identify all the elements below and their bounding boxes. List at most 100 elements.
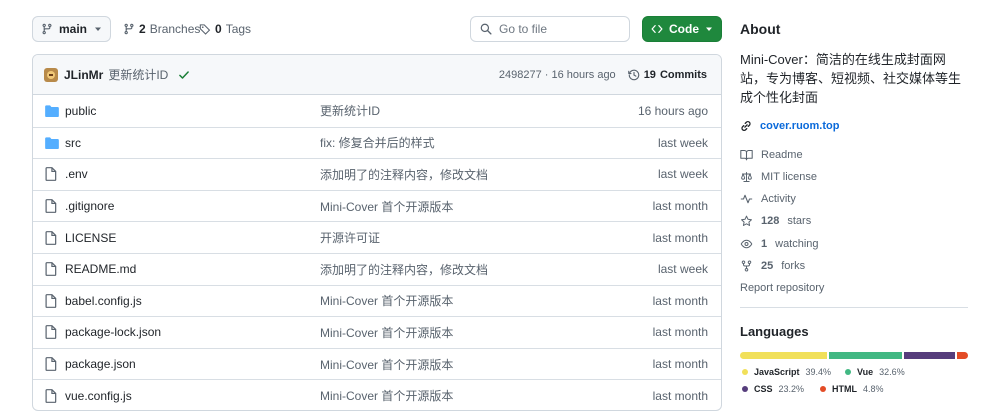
file-name[interactable]: vue.config.js	[65, 389, 132, 403]
file-commit-message[interactable]: Mini-Cover 首个开源版本	[320, 324, 453, 341]
star-icon	[740, 215, 753, 227]
file-commit-message[interactable]: Mini-Cover 首个开源版本	[320, 198, 453, 215]
file-icon	[45, 293, 57, 308]
file-name[interactable]: src	[65, 136, 81, 150]
file-row[interactable]: package-lock.json Mini-Cover 首个开源版本 last…	[33, 316, 721, 348]
git-branch-icon	[41, 23, 53, 35]
file-commit-message[interactable]: Mini-Cover 首个开源版本	[320, 387, 453, 404]
language-item-javascript[interactable]: JavaScript 39.4%	[742, 365, 831, 379]
watching-label: watching	[775, 238, 819, 250]
file-name[interactable]: package.json	[65, 357, 136, 371]
watching-link[interactable]: 1 watching	[740, 235, 819, 253]
branches-label: Branches	[149, 22, 201, 36]
branch-select-button[interactable]: main	[32, 16, 111, 42]
language-bar-segment[interactable]	[740, 352, 828, 359]
file-icon	[45, 357, 57, 371]
repo-toolbar: main 2 Branches 0 Tags Code	[32, 16, 722, 42]
language-bar-segment[interactable]	[829, 352, 902, 359]
file-row[interactable]: package.json Mini-Cover 首个开源版本 last mont…	[33, 347, 721, 380]
language-item-css[interactable]: CSS 23.2%	[742, 382, 804, 396]
commit-meta: 2498277 · 16 hours ago 19 Commits	[499, 55, 707, 95]
language-name: JavaScript	[754, 367, 800, 377]
file-commit-message[interactable]: fix: 修复合并后的样式	[320, 134, 435, 151]
tags-link[interactable]: 0 Tags	[199, 16, 251, 42]
commit-hash-time[interactable]: 2498277 · 16 hours ago	[499, 69, 616, 81]
file-name[interactable]: LICENSE	[65, 231, 116, 245]
eye-icon	[740, 238, 753, 250]
license-link[interactable]: MIT license	[740, 168, 817, 186]
chevron-down-icon	[94, 25, 102, 33]
commit-message[interactable]: 更新统计ID	[108, 66, 168, 83]
language-name: HTML	[832, 384, 857, 394]
branches-link[interactable]: 2 Branches	[123, 16, 200, 42]
avatar[interactable]	[44, 67, 58, 82]
file-row[interactable]: src fix: 修复合并后的样式 last week	[33, 126, 721, 159]
check-icon[interactable]	[178, 69, 190, 81]
code-button-label: Code	[669, 22, 699, 36]
about-sidebar: About Mini-Cover：简洁的在线生成封面网站，专为博客、短视频、社交…	[740, 0, 970, 419]
stars-link[interactable]: 128 stars	[740, 212, 811, 230]
file-row[interactable]: LICENSE 开源许可证 last month	[33, 221, 721, 253]
git-branch-icon	[123, 23, 135, 35]
chevron-down-icon	[705, 25, 713, 33]
go-to-file-search[interactable]	[470, 16, 630, 42]
license-label: MIT license	[761, 171, 818, 183]
activity-link[interactable]: Activity	[740, 190, 796, 208]
go-to-file-input[interactable]	[499, 22, 619, 36]
website-link[interactable]: cover.ruom.top	[740, 117, 839, 135]
file-commit-message[interactable]: 开源许可证	[320, 229, 380, 246]
file-name[interactable]: package-lock.json	[65, 325, 161, 339]
watching-count: 1	[761, 238, 768, 250]
file-commit-date: 16 hours ago	[637, 103, 708, 118]
file-row[interactable]: public 更新统计ID 16 hours ago	[33, 95, 721, 127]
language-bar-segment[interactable]	[957, 352, 968, 359]
search-icon	[480, 23, 492, 35]
file-name[interactable]: .gitignore	[65, 199, 114, 213]
link-icon	[740, 120, 752, 132]
commits-label: Commits	[659, 69, 707, 81]
file-browser: JLinMr 更新统计ID 2498277 · 16 hours ago 19 …	[32, 54, 722, 411]
file-commit-message[interactable]: Mini-Cover 首个开源版本	[320, 356, 453, 373]
file-row[interactable]: .env 添加明了的注释内容，修改文档 last week	[33, 158, 721, 190]
forks-link[interactable]: 25 forks	[740, 257, 805, 275]
file-name[interactable]: public	[65, 104, 96, 118]
file-commit-message[interactable]: Mini-Cover 首个开源版本	[320, 292, 453, 309]
file-commit-date: last month	[652, 325, 708, 340]
file-list: public 更新统计ID 16 hours ago src fix: 修复合并…	[33, 95, 721, 410]
report-repository-link[interactable]: Report repository	[740, 282, 824, 294]
commits-link[interactable]: 19 Commits	[627, 69, 707, 81]
file-row[interactable]: README.md 添加明了的注释内容，修改文档 last week	[33, 252, 721, 285]
file-row[interactable]: vue.config.js Mini-Cover 首个开源版本 last mon…	[33, 379, 721, 410]
commit-author[interactable]: JLinMr	[64, 68, 103, 82]
file-name[interactable]: babel.config.js	[65, 294, 142, 308]
file-row[interactable]: .gitignore Mini-Cover 首个开源版本 last month	[33, 189, 721, 222]
file-icon	[45, 325, 57, 340]
file-name[interactable]: README.md	[65, 262, 136, 276]
website-url[interactable]: cover.ruom.top	[760, 120, 839, 132]
file-commit-message[interactable]: 添加明了的注释内容，修改文档	[320, 261, 488, 278]
language-item-vue[interactable]: Vue 32.6%	[845, 365, 905, 379]
language-color-dot	[845, 369, 851, 375]
forks-count: 25	[761, 260, 774, 272]
branches-count: 2	[139, 22, 146, 36]
language-bar-segment[interactable]	[903, 352, 956, 359]
code-icon	[651, 23, 663, 35]
code-button[interactable]: Code	[642, 16, 722, 42]
language-item-html[interactable]: HTML 4.8%	[820, 382, 884, 396]
readme-link[interactable]: Readme	[740, 146, 803, 164]
file-commit-message[interactable]: 更新统计ID	[320, 102, 380, 119]
file-icon	[45, 262, 57, 277]
languages-bar	[740, 352, 968, 359]
readme-label: Readme	[761, 149, 803, 161]
file-name[interactable]: .env	[65, 167, 88, 181]
file-row[interactable]: babel.config.js Mini-Cover 首个开源版本 last m…	[33, 284, 721, 317]
language-color-dot	[742, 369, 748, 375]
tag-icon	[199, 23, 211, 35]
file-icon	[45, 167, 57, 182]
language-percent: 39.4%	[805, 367, 832, 377]
book-icon	[740, 149, 753, 161]
file-commit-message[interactable]: 添加明了的注释内容，修改文档	[320, 166, 488, 183]
repo-forked-icon	[740, 260, 753, 272]
file-commit-date: last week	[657, 167, 708, 182]
language-color-dot	[820, 386, 826, 392]
